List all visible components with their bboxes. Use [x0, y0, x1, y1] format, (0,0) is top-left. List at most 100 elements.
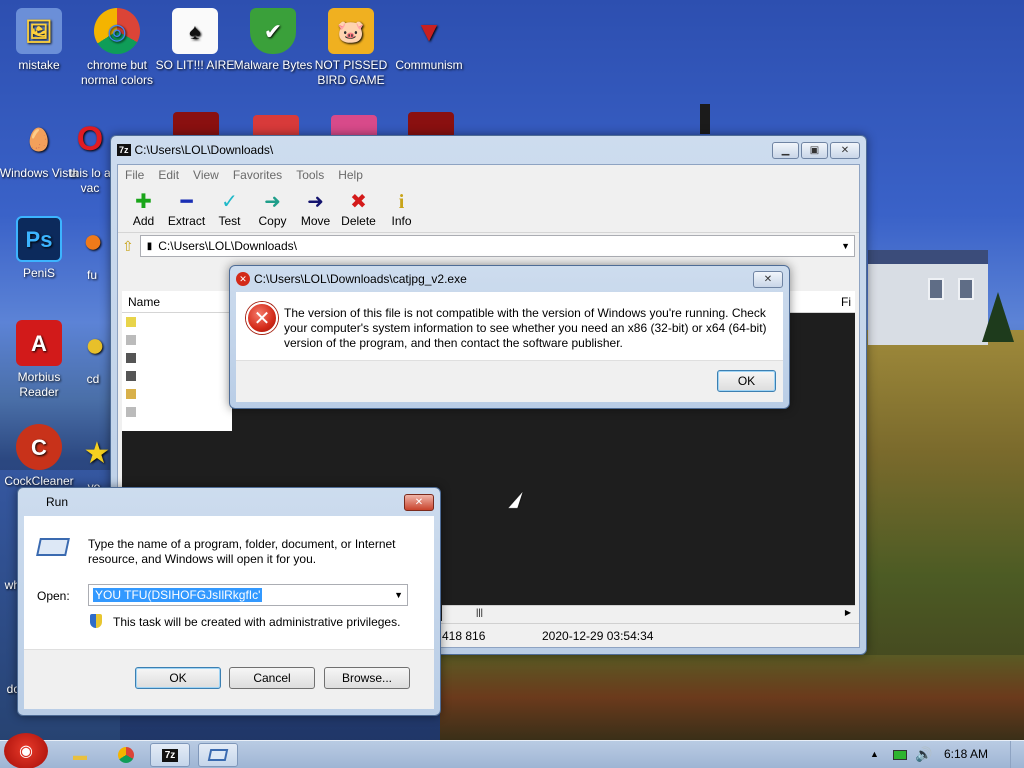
address-combo[interactable]: ▮ C:\Users\LOL\Downloads\ ▼ — [139, 235, 855, 257]
menu-favorites[interactable]: Favorites — [226, 168, 289, 182]
desktop-icon-mistake[interactable]: 🖼 mistake — [0, 8, 80, 73]
taskbar-clock[interactable]: 6:18 AM — [944, 747, 988, 761]
close-button[interactable]: ✕ — [830, 141, 860, 159]
desktop-icon-label: Communism — [395, 58, 463, 72]
minimize-button[interactable]: ▁ — [772, 141, 799, 159]
maximize-button[interactable]: ▣ — [801, 141, 828, 159]
check-icon: ✓ — [221, 190, 238, 213]
open-combobox[interactable]: YOU TFU(DSIHOFGJsIlRkgfIc' ▼ — [88, 584, 408, 606]
wallpaper-lighthouse — [700, 104, 710, 134]
desktop-icon-cd[interactable]: ● cd — [72, 322, 114, 387]
add-button[interactable]: ✚ Add — [122, 190, 165, 228]
menu-file[interactable]: File — [118, 168, 151, 182]
error-small-icon: ✕ — [236, 272, 250, 286]
scroll-right-icon[interactable]: ▶ — [845, 608, 851, 617]
status-size: 418 816 — [442, 628, 486, 643]
uac-shield-icon — [90, 614, 102, 628]
delete-button[interactable]: ✖ Delete — [337, 190, 380, 228]
desktop-icon-morbius-reader[interactable]: A Morbius Reader — [0, 320, 80, 400]
taskbar-chrome-button[interactable] — [106, 743, 146, 767]
folder-icon: ▬ — [73, 747, 87, 763]
add-label: Add — [132, 213, 155, 228]
admin-note: This task will be created with administr… — [113, 615, 401, 629]
desktop-icon-label: mistake — [18, 58, 60, 72]
emblem-icon: ▼ — [415, 15, 443, 47]
desktop-icon-label: Malware Bytes — [233, 58, 313, 72]
error-button-area: OK — [236, 360, 783, 402]
error-message: The version of this file is not compatib… — [284, 306, 767, 350]
chevron-down-icon[interactable]: ▼ — [390, 590, 407, 600]
up-folder-icon[interactable]: ⇧ — [122, 238, 134, 255]
chevron-down-icon[interactable]: ▼ — [837, 241, 854, 251]
run-ok-button[interactable]: OK — [135, 667, 221, 689]
desktop-icon-firefox[interactable]: ● fu — [70, 218, 114, 283]
run-close-button[interactable]: ✕ — [404, 493, 434, 511]
taskbar-7zip-button[interactable]: 7z — [150, 743, 190, 767]
desktop-icon-photoshop[interactable]: Ps PeniS — [0, 216, 80, 281]
run-titlebar[interactable]: Run ✕ — [18, 488, 440, 516]
menu-view[interactable]: View — [186, 168, 226, 182]
desktop-icon-label: chrome but normal colors — [80, 58, 154, 87]
sevenzip-titlebar[interactable]: 7z C:\Users\LOL\Downloads\ ▁ ▣ ✕ — [111, 136, 866, 164]
volume-icon[interactable]: 🔊 — [915, 746, 932, 763]
star-icon: ★ — [83, 436, 111, 470]
run-browse-button[interactable]: Browse... — [324, 667, 410, 689]
run-title: Run — [46, 495, 69, 509]
show-hidden-icons-icon[interactable]: ▲ — [870, 749, 879, 759]
cleaner-icon: C — [16, 424, 62, 470]
desktop-icon-malwarebytes[interactable]: ✔ Malware Bytes — [232, 8, 314, 73]
taskbar-explorer-button[interactable]: ▬ — [60, 743, 100, 767]
error-ok-button[interactable]: OK — [717, 370, 776, 392]
horizontal-scrollbar[interactable]: ▶ ||| — [442, 605, 855, 621]
error-titlebar[interactable]: ✕ C:\Users\LOL\Downloads\catjpg_v2.exe ✕ — [230, 266, 789, 292]
wallpaper-tree — [982, 292, 1014, 342]
extract-button[interactable]: ━ Extract — [165, 190, 208, 228]
opera-icon: O — [76, 119, 104, 158]
desktop-icon-cockcleaner[interactable]: C CockCleaner — [0, 424, 80, 489]
taskbar-run-button[interactable] — [198, 743, 238, 767]
desktop-icon-label: cd — [86, 372, 100, 386]
error-dialog: ✕ C:\Users\LOL\Downloads\catjpg_v2.exe ✕… — [229, 265, 790, 409]
delete-label: Delete — [341, 213, 376, 228]
sevenzip-title: C:\Users\LOL\Downloads\ — [134, 143, 274, 157]
error-close-button[interactable]: ✕ — [753, 270, 783, 288]
test-label: Test — [218, 213, 241, 228]
move-label: Move — [300, 213, 331, 228]
pdf-icon: A — [16, 320, 62, 366]
run-cancel-button[interactable]: Cancel — [229, 667, 315, 689]
battery-icon[interactable] — [893, 750, 907, 760]
column-name[interactable]: Name — [122, 295, 160, 309]
desktop-icon-chrome[interactable]: ◎ chrome but normal colors — [76, 8, 158, 88]
menu-help[interactable]: Help — [331, 168, 370, 182]
menu-edit[interactable]: Edit — [151, 168, 186, 182]
desktop-icon-bird-game[interactable]: 🐷 NOT PISSED BIRD GAME — [310, 8, 392, 88]
start-button[interactable]: ◉ — [4, 733, 48, 768]
open-input-value[interactable]: YOU TFU(DSIHOFGJsIlRkgfIc' — [93, 588, 263, 602]
sevenzip-app-icon: 7z — [117, 144, 131, 156]
shield-icon: ✔ — [250, 8, 296, 54]
file-icon — [126, 335, 136, 345]
file-icon — [126, 389, 136, 399]
error-body: ✕ The version of this file is not compat… — [236, 292, 783, 402]
taskbar: ◉ ▬ 7z ▲ 🔊 6:18 AM — [0, 733, 1024, 768]
open-label: Open: — [37, 589, 70, 603]
move-button[interactable]: ➜ Move — [294, 190, 337, 228]
column-right[interactable]: Fi — [835, 295, 855, 309]
info-label: Info — [391, 213, 412, 228]
error-title: C:\Users\LOL\Downloads\catjpg_v2.exe — [254, 272, 467, 286]
desktop-icon-solitaire[interactable]: ♠ SO LIT!!! AIRE — [154, 8, 236, 73]
drive-icon: ▮ — [146, 240, 153, 252]
desktop-icon-yo[interactable]: ★ yo — [74, 430, 114, 495]
test-button[interactable]: ✓ Test — [208, 190, 251, 228]
copy-button[interactable]: ➜ Copy — [251, 190, 294, 228]
copy-label: Copy — [258, 213, 287, 228]
info-button[interactable]: i Info — [380, 190, 423, 228]
show-desktop-button[interactable] — [1010, 741, 1024, 768]
minus-icon: ━ — [180, 190, 193, 213]
desktop-icon-communism[interactable]: ▼ Communism — [388, 8, 470, 73]
cards-icon: ♠ — [172, 8, 218, 54]
menu-tools[interactable]: Tools — [289, 168, 331, 182]
desktop-icon-label: fu — [86, 268, 97, 282]
move-arrow-icon: ➜ — [307, 190, 324, 213]
photoshop-icon: Ps — [16, 216, 62, 262]
